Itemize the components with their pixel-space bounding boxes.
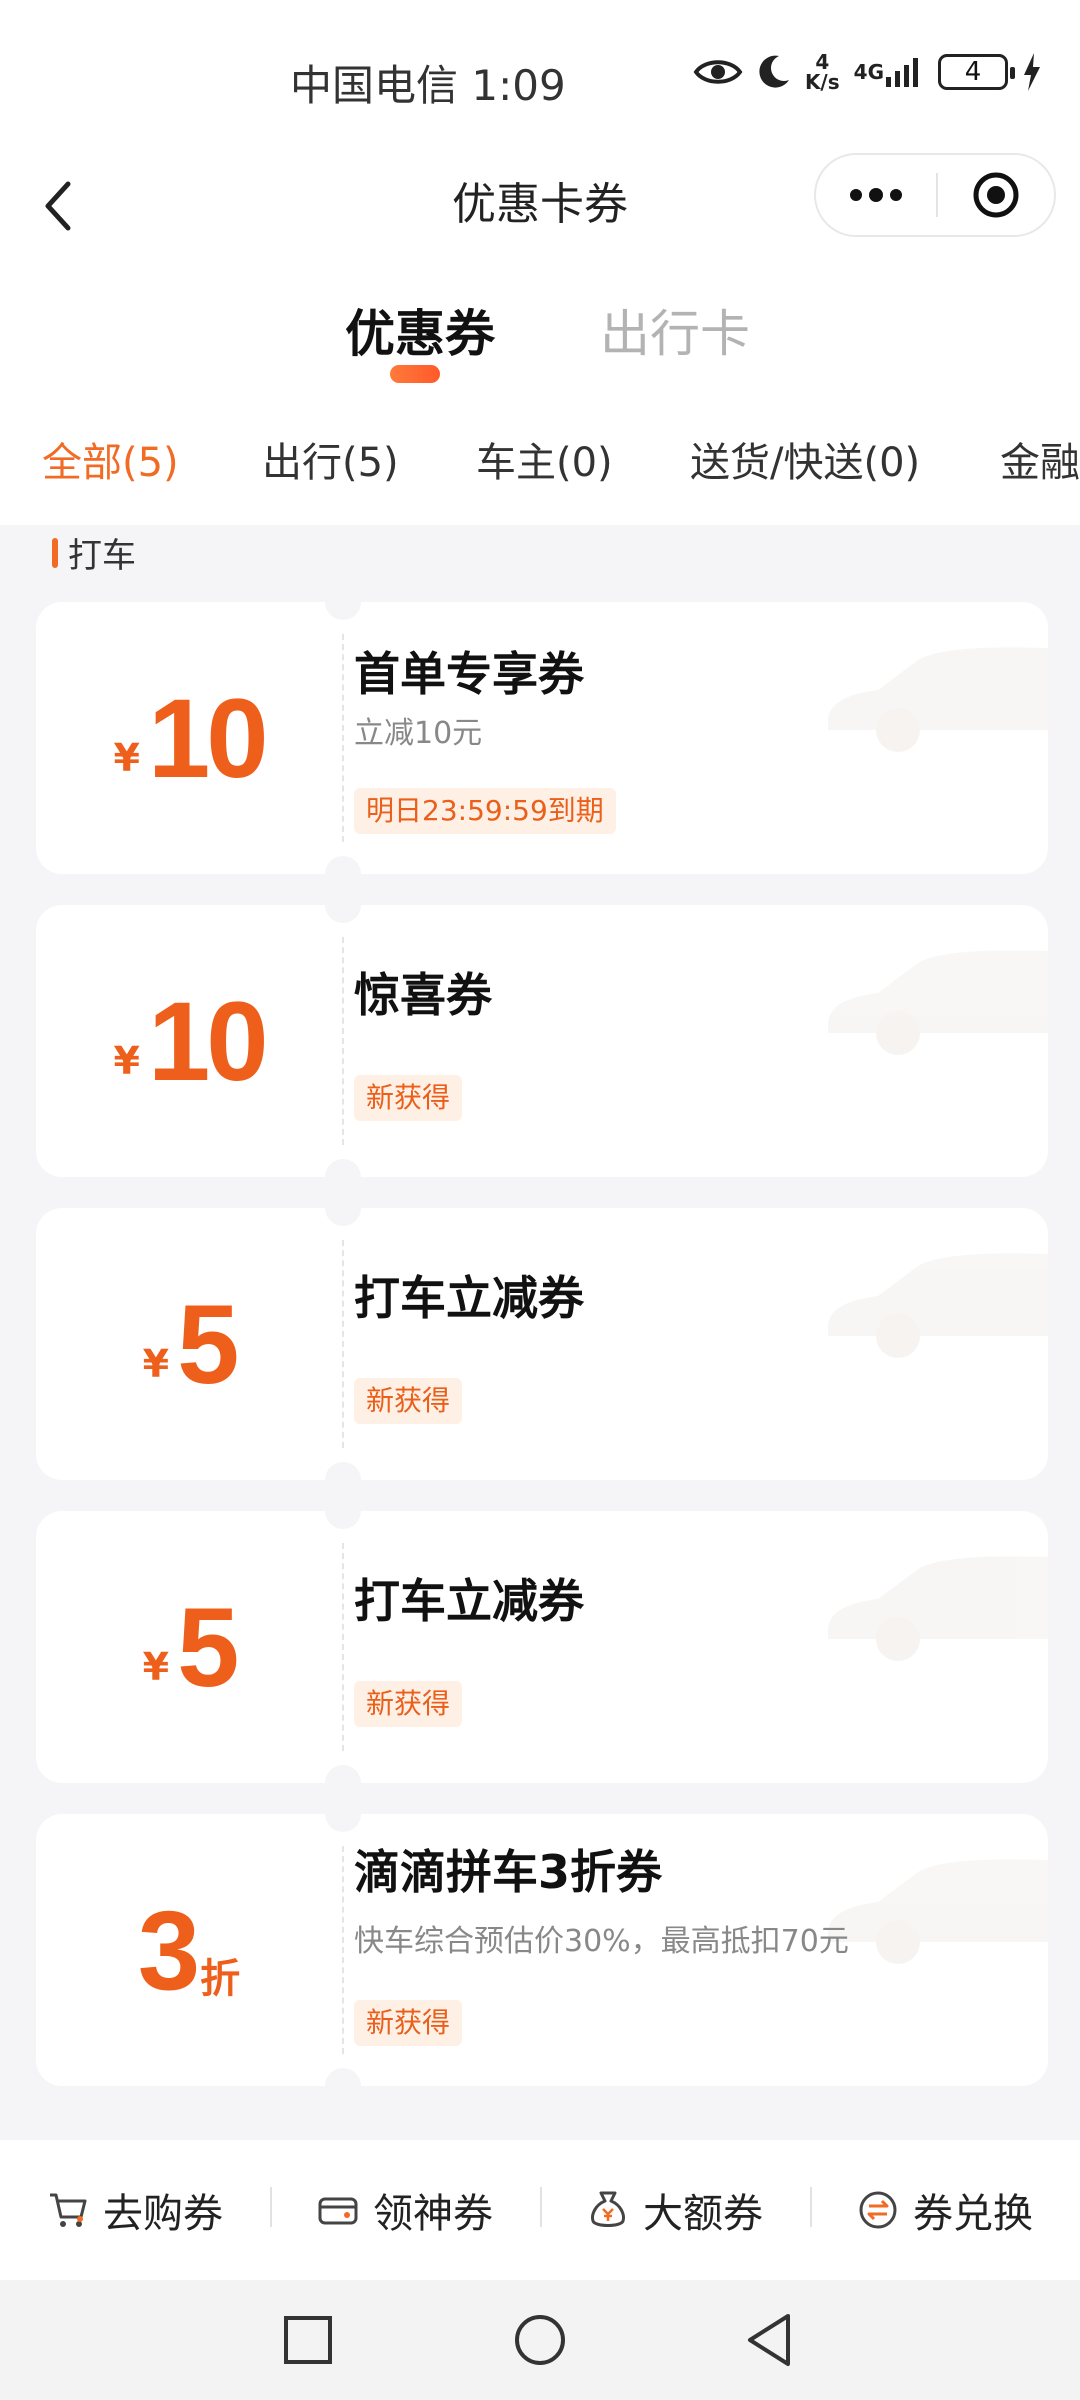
coupon-new-tag: 新获得	[354, 2000, 463, 2046]
card-divider	[342, 1846, 344, 2054]
tab-indicator	[390, 365, 440, 383]
large-coupons-button[interactable]: 大额券	[540, 2181, 810, 2239]
large-coupons-label: 大额券	[643, 2191, 763, 2237]
coupon-expiry-tag: 明日23:59:59到期	[354, 788, 616, 834]
amount-value: 10	[147, 978, 269, 1104]
card-divider	[342, 937, 344, 1145]
recent-apps-icon[interactable]	[278, 2310, 338, 2370]
main-tabs: 优惠券 出行卡	[0, 270, 1080, 400]
bottom-action-bar: 去购券 领神券 大额券 券兑换	[0, 2140, 1080, 2280]
coupon-description: 立减10元	[354, 716, 483, 751]
discount-value: 3	[137, 1887, 200, 2013]
coupon-amount: ¥5	[36, 1208, 342, 1480]
card-divider	[342, 1543, 344, 1751]
coupon-title: 滴滴拼车3折券	[354, 1845, 663, 1899]
close-miniapp-button[interactable]	[938, 155, 1054, 235]
currency-symbol: ¥	[113, 1039, 140, 1083]
coupon-new-tag: 新获得	[354, 1681, 463, 1727]
section-marker	[52, 537, 58, 568]
coupon-title: 首单专享券	[354, 647, 584, 701]
currency-symbol: ¥	[113, 736, 140, 780]
category-tab-car-owner[interactable]: 车主(0)	[476, 430, 613, 488]
tab-coupons[interactable]: 优惠券	[345, 294, 495, 366]
category-tab-delivery[interactable]: 送货/快送(0)	[690, 430, 920, 488]
currency-symbol: ¥	[142, 1342, 170, 1386]
category-tab-travel[interactable]: 出行(5)	[262, 430, 399, 488]
charging-icon	[1022, 53, 1042, 91]
category-tab-all[interactable]: 全部(5)	[42, 430, 179, 488]
card-divider	[342, 1240, 344, 1448]
tab-travel-cards[interactable]: 出行卡	[600, 294, 750, 366]
car-watermark-icon	[828, 1556, 1048, 1661]
carrier-time: 中国电信 1:09	[290, 61, 566, 110]
money-bag-icon	[591, 2191, 625, 2227]
coupon-icon	[318, 2197, 358, 2225]
card-divider	[342, 634, 344, 842]
status-bar: 中国电信 1:09 4 K/s 4G 4	[0, 0, 1080, 150]
exchange-icon	[859, 2191, 897, 2229]
cart-icon	[50, 2193, 87, 2227]
coupon-title: 打车立减券	[354, 1574, 584, 1628]
car-watermark-icon	[828, 1253, 1048, 1358]
coupon-new-tag: 新获得	[354, 1378, 463, 1424]
amount-value: 5	[177, 1281, 239, 1407]
moon-icon	[757, 54, 791, 90]
coupon-amount: 3折	[36, 1814, 342, 2086]
amount-value: 10	[147, 675, 269, 801]
system-nav-bar	[0, 2280, 1080, 2400]
amount-value: 5	[177, 1584, 239, 1710]
coupon-card[interactable]: ¥10 首单专享券 立减10元 明日23:59:59到期	[36, 602, 1048, 874]
claim-coupons-button[interactable]: 领神券	[270, 2181, 540, 2239]
miniapp-capsule	[814, 153, 1056, 237]
category-tab-finance[interactable]: 金融	[1000, 430, 1080, 488]
redeem-coupons-button[interactable]: 券兑换	[810, 2181, 1080, 2239]
signal-icon: 4G	[854, 55, 924, 89]
currency-symbol: ¥	[142, 1645, 170, 1689]
eye-icon	[693, 55, 743, 89]
status-icons: 4 K/s 4G 4	[693, 52, 1042, 92]
discount-unit: 折	[200, 1956, 241, 2002]
home-icon[interactable]	[510, 2310, 570, 2370]
coupon-amount: ¥5	[36, 1511, 342, 1783]
coupon-amount: ¥10	[36, 905, 342, 1177]
coupon-new-tag: 新获得	[354, 1075, 463, 1121]
section-title: 打车	[52, 528, 136, 577]
coupon-title: 惊喜券	[354, 968, 492, 1022]
net-speed: 4 K/s	[804, 50, 840, 94]
coupon-card[interactable]: ¥5 打车立减券 新获得	[36, 1208, 1048, 1480]
coupon-description: 快车综合预估价30%，最高抵扣70元	[354, 1924, 849, 1959]
claim-coupons-label: 领神券	[373, 2191, 493, 2237]
coupon-amount: ¥10	[36, 602, 342, 874]
coupon-card[interactable]: 3折 滴滴拼车3折券 快车综合预估价30%，最高抵扣70元 新获得	[36, 1814, 1048, 2086]
section-title-text: 打车	[68, 536, 136, 576]
coupon-title: 打车立减券	[354, 1271, 584, 1325]
car-watermark-icon	[828, 950, 1048, 1055]
coupon-card[interactable]: ¥5 打车立减券 新获得	[36, 1511, 1048, 1783]
buy-coupons-button[interactable]: 去购券	[0, 2181, 270, 2239]
car-watermark-icon	[828, 647, 1048, 752]
redeem-coupons-label: 券兑换	[913, 2191, 1033, 2237]
nav-header: 优惠卡券	[0, 150, 1080, 270]
more-menu-button[interactable]	[816, 155, 936, 235]
battery-icon: 4	[938, 54, 1015, 90]
buy-coupons-label: 去购券	[103, 2191, 223, 2237]
category-tabs: 全部(5) 出行(5) 车主(0) 送货/快送(0) 金融	[0, 400, 1080, 525]
back-icon[interactable]	[740, 2310, 800, 2370]
coupon-card[interactable]: ¥10 惊喜券 新获得	[36, 905, 1048, 1177]
